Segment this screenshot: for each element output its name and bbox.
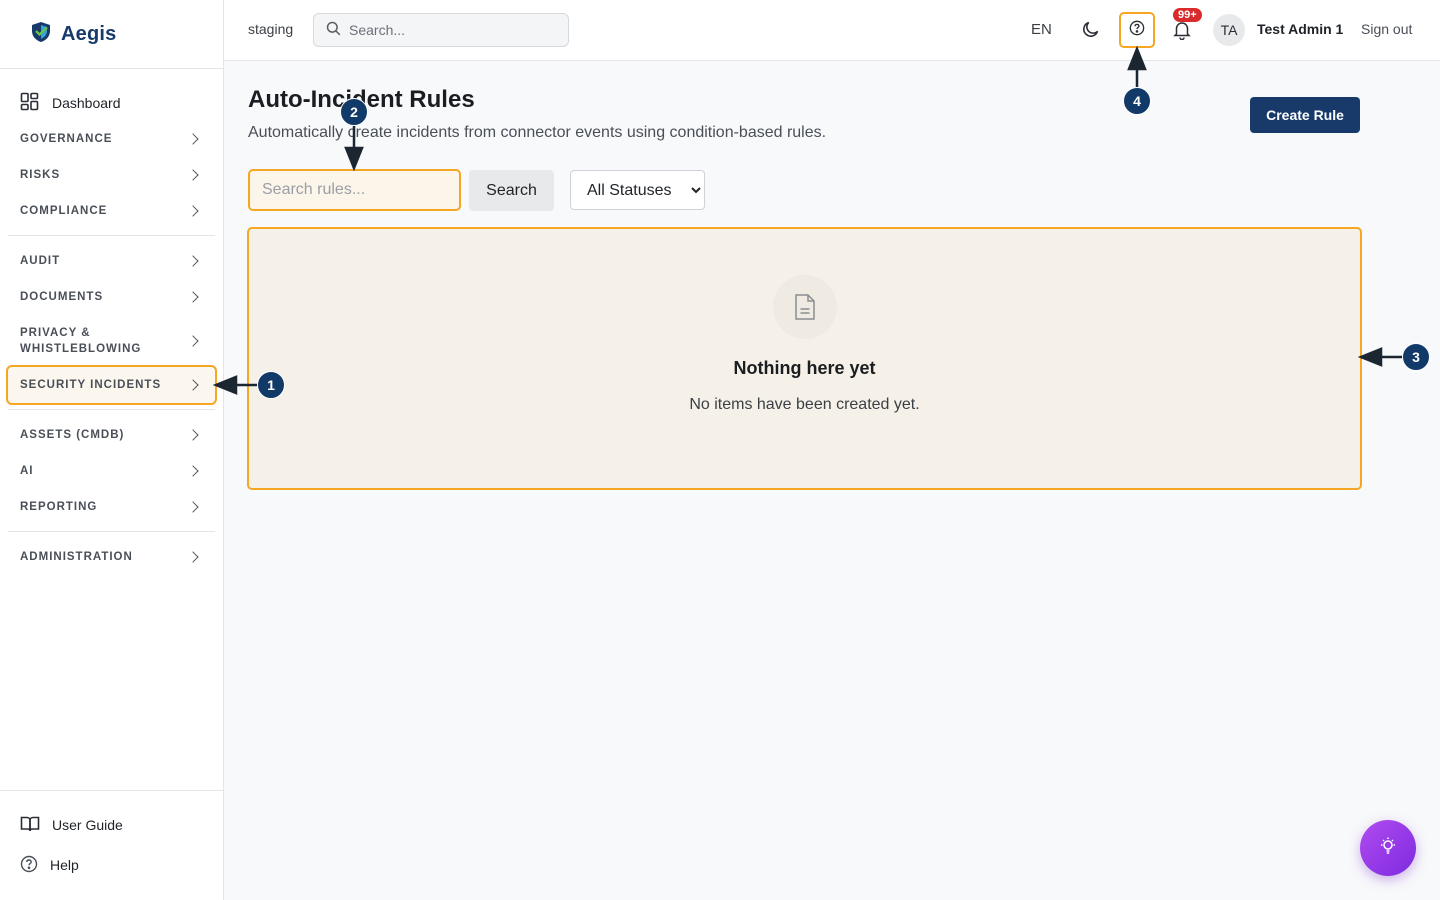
arrow-3-head xyxy=(1357,347,1383,367)
annotation-marker-1: 1 xyxy=(257,371,285,399)
arrow-4-head xyxy=(1127,45,1147,71)
annotation-marker-2: 2 xyxy=(340,98,368,126)
annotation-arrows xyxy=(212,45,1403,395)
assistant-button[interactable] xyxy=(1360,820,1416,876)
lightbulb-icon xyxy=(1377,835,1399,862)
annotation-marker-3: 3 xyxy=(1402,343,1430,371)
arrow-1-head xyxy=(212,375,238,395)
annotation-marker-4: 4 xyxy=(1123,87,1151,115)
arrow-2-head xyxy=(344,146,364,172)
